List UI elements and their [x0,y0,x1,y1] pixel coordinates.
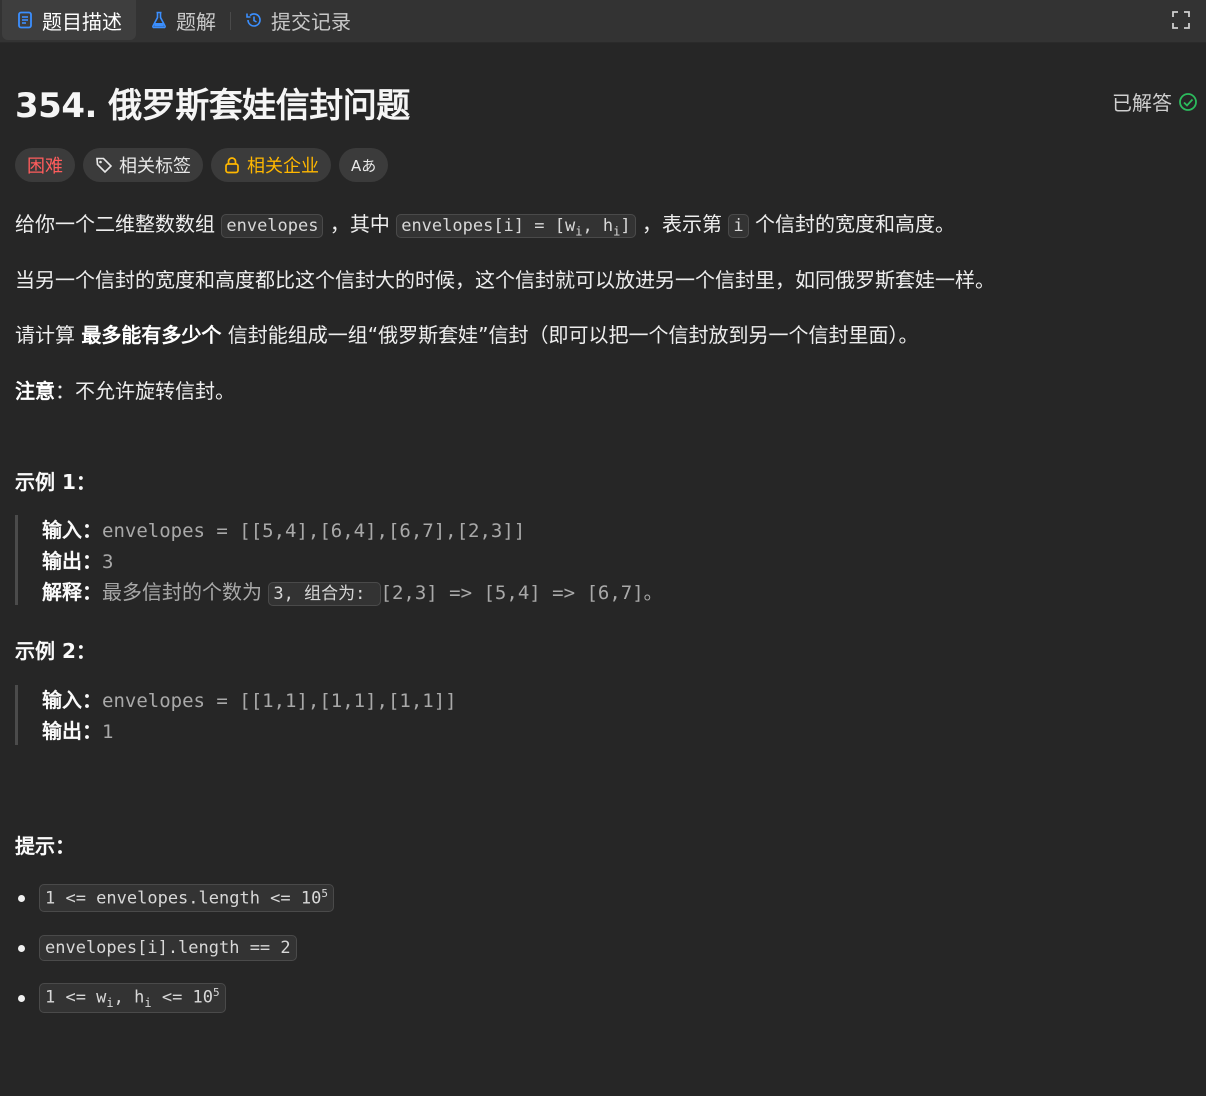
tab-bar: 题目描述 题解 提交记录 [0,0,1206,43]
tab-solutions[interactable]: 题解 [136,0,230,40]
related-tags-button[interactable]: 相关标签 [83,148,203,182]
value: [2,3] => [5,4] => [6,7]。 [380,582,663,604]
tab-submissions[interactable]: 提交记录 [231,0,365,40]
inline-code: envelopes[i] = [wi, hi] [396,214,636,238]
example-1-explanation: 解释：最多信封的个数为 3, 组合为: [2,3] => [5,4] => [6… [42,577,663,609]
hints-list: 1 <= envelopes.length <= 105 envelopes[i… [15,880,334,1030]
subscript: i [144,996,152,1011]
related-company-button[interactable]: 相关企业 [211,148,331,182]
tag-icon [96,157,113,174]
difficulty-label: 困难 [27,156,63,177]
value: 3 [102,551,114,573]
example-1-heading: 示例 1： [15,470,96,494]
description-paragraph-2: 当另一个信封的宽度和高度都比这个信封大的时候，这个信封就可以放进另一个信封里，如… [15,268,995,292]
history-icon [246,13,261,27]
tab-label: 题解 [176,9,216,34]
translate-button[interactable]: Aあ [339,148,389,182]
hints-heading: 提示： [15,834,75,858]
problem-title: 354. 俄罗斯套娃信封问题 [15,86,410,126]
solved-label: 已解答 [1112,91,1172,115]
list-item: 1 <= wi, hi <= 105 [15,980,334,1016]
text: 信封能组成一组“俄罗斯套娃”信封（即可以把一个信封放到另一个信封里面）。 [221,323,919,347]
inline-code: 1 <= wi, hi <= 105 [39,982,226,1014]
description-paragraph-3: 请计算 最多能有多少个 信封能组成一组“俄罗斯套娃”信封（即可以把一个信封放到另… [15,321,918,349]
code-text: ] [620,216,631,236]
label: 输出： [42,719,102,743]
text: ：不允许旋转信封。 [55,379,235,403]
fullscreen-icon[interactable] [1170,9,1192,31]
inline-code: i [728,214,749,238]
example-2-output: 输出：1 [42,716,457,747]
inline-code: envelopes [221,214,324,238]
label: 输入： [42,688,102,712]
subscript: i [106,996,114,1011]
example-2-block: 输入：envelopes = [[1,1],[1,1],[1,1]] 输出：1 [15,685,457,745]
example-2-heading: 示例 2： [15,639,96,663]
related-company-label: 相关企业 [247,156,319,177]
bullet [18,944,25,952]
bullet [18,894,25,902]
list-item: 1 <= envelopes.length <= 105 [15,880,334,916]
text: 请计算 [15,323,82,347]
text: 给你一个二维整数数组 [15,212,222,236]
bold-text: 最多能有多少个 [81,323,222,347]
text: 个信封的宽度和高度。 [748,212,955,236]
value: envelopes = [[1,1],[1,1],[1,1]] [102,690,457,712]
tab-label: 题目描述 [42,9,122,34]
example-1-block: 输入：envelopes = [[5,4],[6,4],[6,7],[2,3]]… [15,515,663,606]
example-1-output: 输出：3 [42,546,663,577]
tab-label: 提交记录 [271,9,351,34]
inline-code: 3, 组合为: [268,582,381,606]
code-text: 1 <= w [45,987,107,1008]
description-note: 注意：不允许旋转信封。 [15,377,235,405]
check-circle-icon [1179,92,1197,111]
label: 解释： [42,580,102,604]
translate-icon: Aあ [351,156,377,175]
code-text: , h [113,987,145,1008]
inline-code: 1 <= envelopes.length <= 105 [39,884,334,912]
text: ，表示第 [635,212,729,236]
flask-icon [152,11,166,29]
document-icon [18,11,32,29]
inline-code: envelopes[i].length == 2 [39,935,297,961]
value: envelopes = [[5,4],[6,4],[6,7],[2,3]] [102,520,526,542]
value: 最多信封的个数为 [102,580,269,604]
superscript: 5 [321,887,328,901]
tab-description[interactable]: 题目描述 [2,0,136,40]
solved-status: 已解答 [1112,87,1198,116]
list-item: envelopes[i].length == 2 [15,930,334,966]
tag-row: 困难 相关标签 相关企业 Aあ [15,148,389,182]
description-paragraph-1: 给你一个二维整数数组 envelopes ，其中 envelopes[i] = … [15,210,955,245]
code-text: <= 10 [151,987,214,1008]
lock-icon [225,157,239,174]
example-2-input: 输入：envelopes = [[1,1],[1,1],[1,1]] [42,685,457,716]
bold-text: 注意 [15,379,55,403]
code-text: envelopes[i] = [w [401,216,576,236]
bullet [18,994,25,1002]
example-1-input: 输入：envelopes = [[5,4],[6,4],[6,7],[2,3]] [42,515,663,546]
value: 1 [102,721,114,743]
code-text: , h [582,216,614,236]
text: ，其中 [323,212,397,236]
label: 输出： [42,549,102,573]
label: 输入： [42,518,102,542]
difficulty-badge[interactable]: 困难 [15,148,75,182]
related-tags-label: 相关标签 [119,156,191,177]
superscript: 5 [213,985,220,999]
code-text: 1 <= envelopes.length <= 10 [45,888,322,909]
